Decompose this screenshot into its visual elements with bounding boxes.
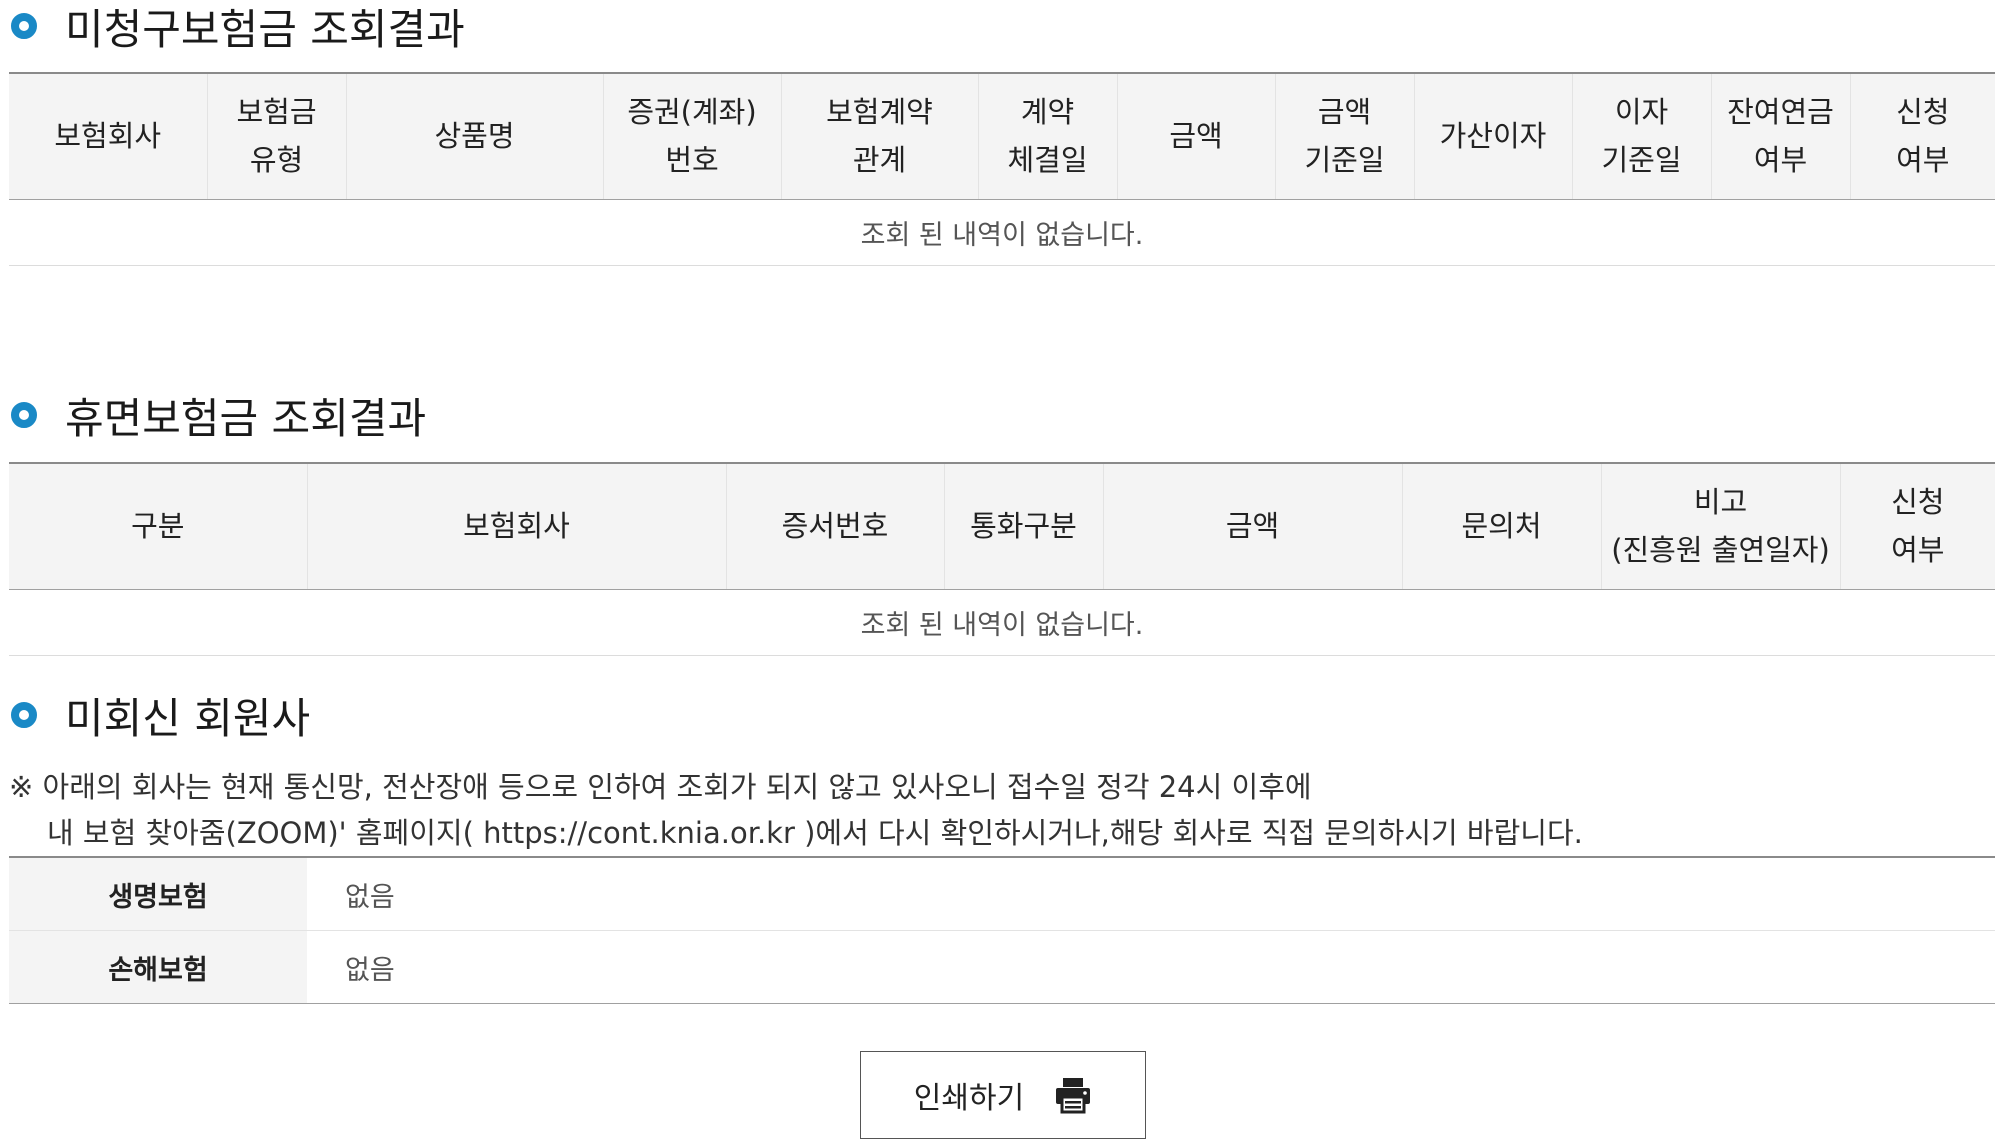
col-amount-base-date: 금액 기준일 — [1274, 73, 1414, 200]
empty-message: 조회 된 내역이 없습니다. — [9, 199, 1995, 266]
col-added-interest: 가산이자 — [1413, 73, 1572, 200]
dormant-table: 구분 보험회사 증서번호 통화구분 금액 문의처 비고 (진흥원 출연일자) 신청… — [9, 462, 1995, 656]
unclaimed-title-text: 미청구보험금 조회결과 — [65, 4, 465, 54]
unclaimed-section-title: 미청구보험금 조회결과 — [9, 0, 465, 54]
dormant-section-title: 휴면보험금 조회결과 — [9, 389, 426, 443]
col-policy-number: 증권(계좌) 번호 — [602, 73, 781, 200]
page: 미청구보험금 조회결과 보험회사 보험금 유형 상품명 증권(계좌) 번호 보험계약… — [0, 0, 2004, 1147]
no-reply-title-text: 미회신 회원사 — [65, 693, 311, 743]
col-interest-base-date: 이자 기준일 — [1571, 73, 1711, 200]
notice-line-1: ※ 아래의 회사는 현재 통신망, 전산장애 등으로 인하여 조회가 되지 않고… — [9, 770, 1312, 804]
col-category: 구분 — [9, 463, 307, 590]
col-contract-relation: 보험계약 관계 — [780, 73, 978, 200]
empty-message: 조회 된 내역이 없습니다. — [9, 589, 1995, 656]
no-reply-section-title: 미회신 회원사 — [9, 689, 310, 743]
col-applied: 신청 여부 — [1839, 463, 1995, 590]
print-button-label: 인쇄하기 — [913, 1081, 1025, 1116]
table-row: 조회 된 내역이 없습니다. — [9, 199, 1995, 266]
col-claim-type: 보험금 유형 — [206, 73, 346, 200]
non-life-insurance-label: 손해보험 — [9, 930, 307, 1004]
table-row: 손해보험 없음 — [9, 930, 1995, 1004]
col-amount: 금액 — [1116, 73, 1275, 200]
no-reply-members-table: 생명보험 없음 손해보험 없음 — [9, 856, 1995, 1004]
print-button[interactable]: 인쇄하기 — [860, 1051, 1146, 1139]
life-insurance-value: 없음 — [307, 857, 1995, 931]
notice-text: ※ 아래의 회사는 현재 통신망, 전산장애 등으로 인하여 조회가 되지 않고… — [9, 764, 1583, 856]
non-life-insurance-value: 없음 — [345, 954, 395, 986]
circle-bullet-icon — [11, 402, 37, 428]
unclaimed-header-row: 보험회사 보험금 유형 상품명 증권(계좌) 번호 보험계약 관계 계약 체결일 금액 … — [9, 73, 1995, 200]
notice-line-2: 내 보험 찾아줌(ZOOM)' 홈페이지( https://cont.knia.… — [47, 816, 1583, 850]
printer-icon — [1056, 1078, 1091, 1114]
col-amount: 금액 — [1102, 463, 1402, 590]
col-contact: 문의처 — [1401, 463, 1601, 590]
col-contract-date: 계약 체결일 — [977, 73, 1117, 200]
col-product-name: 상품명 — [345, 73, 603, 200]
col-remarks: 비고 (진흥원 출연일자) — [1600, 463, 1840, 590]
col-currency: 통화구분 — [943, 463, 1103, 590]
col-insurer: 보험회사 — [306, 463, 726, 590]
table-row: 조회 된 내역이 없습니다. — [9, 589, 1995, 656]
col-applied: 신청 여부 — [1849, 73, 1995, 200]
table-row: 생명보험 없음 — [9, 857, 1995, 931]
unclaimed-table: 보험회사 보험금 유형 상품명 증권(계좌) 번호 보험계약 관계 계약 체결일 금액 … — [9, 72, 1995, 266]
circle-bullet-icon — [11, 702, 37, 728]
col-certificate-number: 증서번호 — [725, 463, 944, 590]
dormant-title-text: 휴면보험금 조회결과 — [65, 393, 427, 443]
life-insurance-label: 생명보험 — [9, 857, 307, 931]
col-remaining-annuity: 잔여연금 여부 — [1710, 73, 1850, 200]
col-insurer: 보험회사 — [9, 73, 207, 200]
circle-bullet-icon — [11, 13, 37, 39]
dormant-header-row: 구분 보험회사 증서번호 통화구분 금액 문의처 비고 (진흥원 출연일자) 신청… — [9, 463, 1995, 590]
